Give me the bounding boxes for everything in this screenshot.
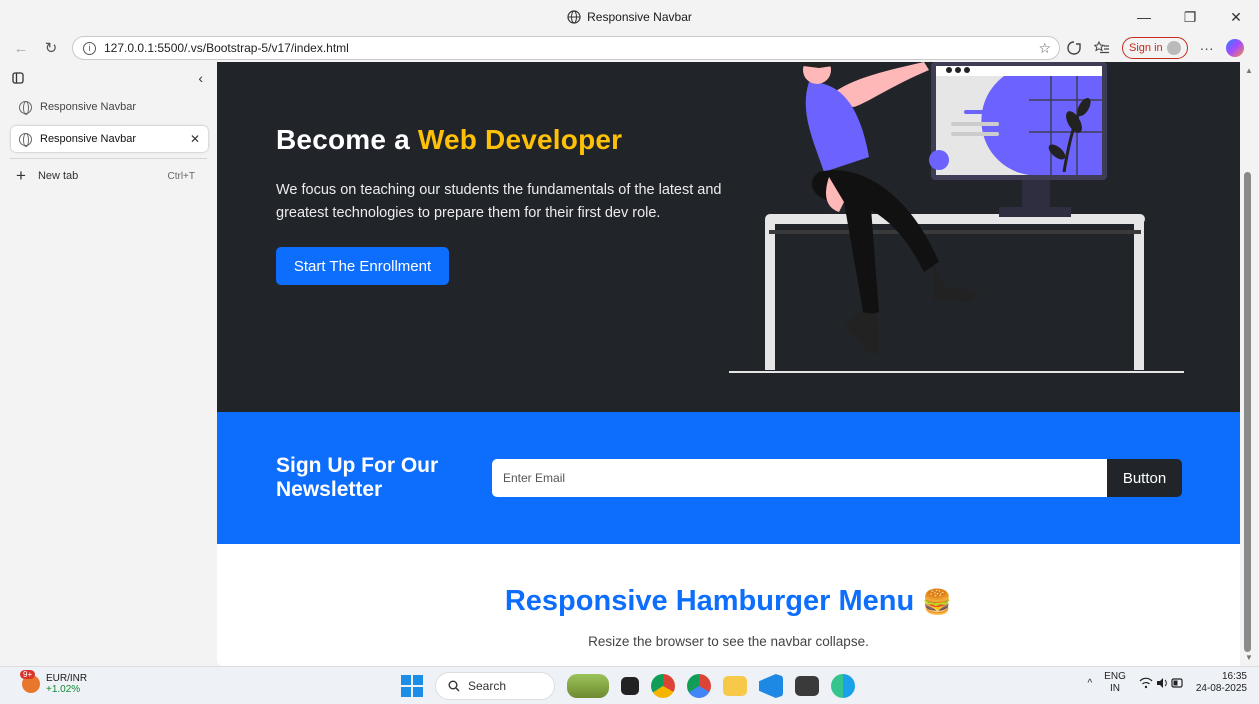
address-bar[interactable]: i 127.0.0.1:5500/.vs/Bootstrap-5/v17/ind… [72,36,1060,60]
window-title-text: Responsive Navbar [587,10,692,24]
reload-button[interactable]: ↻ [38,35,64,61]
terminal-icon[interactable] [795,676,819,696]
notification-badge: 9+ [20,670,36,679]
newsletter-submit-button[interactable]: Button [1107,459,1182,497]
ticker-change: +1.02% [46,684,81,695]
copilot-icon[interactable] [1225,39,1244,57]
collapse-sidebar-button[interactable]: ‹ [198,70,203,86]
windows-taskbar: 9+ EUR/INR +1.02% Search ^ ENG IN 16:35 … [0,666,1259,704]
toolbar-icons: Sign in ··· [1066,34,1244,62]
avatar-icon [1166,41,1181,55]
chrome-icon[interactable] [651,674,675,698]
tab-label: Responsive Navbar [40,133,136,145]
maximize-button[interactable]: ❐ [1167,0,1213,34]
globe-icon [567,10,581,24]
window-controls: — ❐ ✕ [1121,0,1259,34]
info-icon[interactable]: i [83,41,96,55]
sidebar-divider [10,158,207,159]
sign-in-button[interactable]: Sign in [1122,37,1188,59]
minimize-button[interactable]: — [1121,0,1167,34]
section-title: Responsive Hamburger Menu 🍔 [217,585,1240,618]
language-top: ENG [1104,671,1126,682]
page-scrollbar[interactable]: ▲ ▼ [1240,62,1259,666]
favorites-list-icon[interactable] [1094,40,1110,56]
chrome-profile-icon[interactable] [687,674,711,698]
sidebar-tab-responsive-navbar-1[interactable]: Responsive Navbar [11,94,208,120]
newsletter-section: Sign Up For Our Newsletter Button [217,412,1240,544]
new-tab-shortcut: Ctrl+T [167,170,196,182]
hamburger-emoji-icon: 🍔 [922,589,953,616]
scroll-up-icon[interactable]: ▲ [1245,66,1253,75]
back-button[interactable]: ← [8,35,34,61]
network-volume-battery-icon[interactable] [1138,676,1184,690]
task-view-icon[interactable] [621,677,639,695]
sidebar-tab-responsive-navbar-2[interactable]: Responsive Navbar ✕ [11,126,208,152]
vertical-tabs-sidebar: ‹ Responsive Navbar Responsive Navbar ✕ … [0,62,217,666]
browser-toolbar: ← ↻ i 127.0.0.1:5500/.vs/Bootstrap-5/v17… [0,34,1259,62]
language-bottom: IN [1110,683,1120,694]
section-title-text: Responsive Hamburger Menu [504,585,915,617]
newsletter-heading: Sign Up For Our Newsletter [276,454,439,501]
search-icon [448,680,460,692]
favorite-star-icon[interactable]: ☆ [1038,40,1051,57]
new-tab-button[interactable]: + New tab Ctrl+T [0,165,217,187]
url-text[interactable]: 127.0.0.1:5500/.vs/Bootstrap-5/v17/index… [104,41,349,55]
taskbar-search[interactable]: Search [435,672,555,700]
more-menu-icon[interactable]: ··· [1200,40,1214,56]
page-viewport: Become a Web Developer We focus on teach… [217,62,1240,666]
tab-actions-icon[interactable] [12,72,24,84]
windows-start-icon[interactable] [401,675,423,697]
hero-section: Become a Web Developer We focus on teach… [217,62,1240,412]
search-label: Search [468,679,507,693]
hero-title-plain: Become a [276,124,418,155]
developer-illustration [729,62,1184,373]
title-bar: Responsive Navbar — ❐ ✕ [0,0,1259,34]
taskbar-apps: Search [401,672,855,700]
sign-in-label: Sign in [1129,42,1163,54]
close-window-button[interactable]: ✕ [1213,0,1259,34]
new-tab-label: New tab [37,170,79,182]
plus-icon: + [16,166,26,185]
close-tab-icon[interactable]: ✕ [190,132,200,146]
ticker-icon: 9+ [20,670,40,693]
hero-title: Become a Web Developer [276,124,622,156]
tab-label: Responsive Navbar [40,101,136,113]
clock[interactable]: 16:35 24-08-2025 [1196,671,1247,695]
edge-icon[interactable] [831,674,855,698]
system-tray: ^ ENG IN 16:35 24-08-2025 [1087,671,1247,695]
browser-essentials-icon[interactable] [1066,40,1082,56]
file-explorer-icon[interactable] [723,676,747,696]
clock-date: 24-08-2025 [1195,683,1247,694]
hero-description: We focus on teaching our students the fu… [276,182,722,221]
tray-chevron-icon[interactable]: ^ [1087,678,1092,689]
globe-icon [19,132,32,147]
start-enrollment-button[interactable]: Start The Enrollment [276,247,449,285]
scrollbar-thumb[interactable] [1244,172,1251,652]
window-title: Responsive Navbar [567,10,692,24]
sidebar-header: ‹ [0,62,217,94]
globe-icon [19,100,32,115]
scroll-down-icon[interactable]: ▼ [1245,653,1253,662]
ticker-name: EUR/INR [46,673,88,684]
widgets-ticker[interactable]: 9+ EUR/INR +1.02% [20,670,88,695]
language-indicator[interactable]: ENG IN [1104,671,1126,695]
email-input[interactable] [492,459,1107,497]
section-subtitle: Resize the browser to see the navbar col… [588,634,869,649]
clock-time: 16:35 [1221,671,1247,682]
widget-image-icon[interactable] [567,674,609,698]
vscode-icon[interactable] [759,674,783,698]
hero-title-accent: Web Developer [417,124,623,155]
